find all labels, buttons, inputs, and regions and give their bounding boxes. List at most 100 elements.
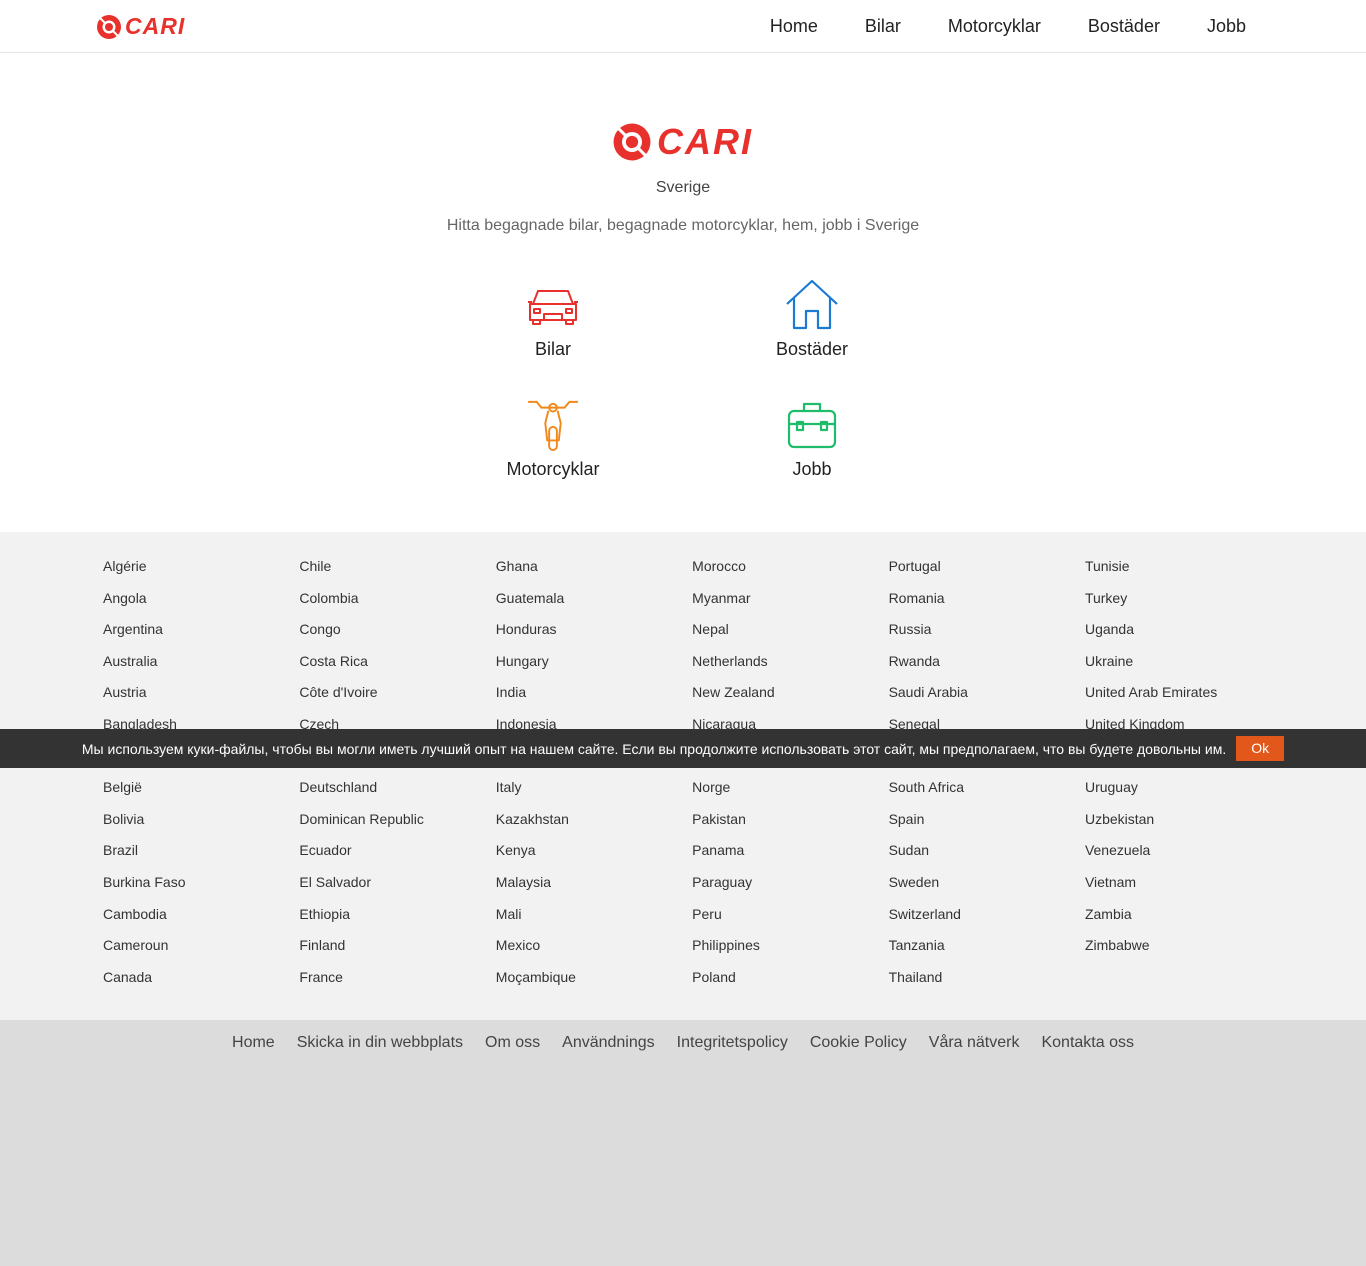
country-link[interactable]: Romania [889,588,1085,620]
country-link[interactable]: Ukraine [1085,651,1281,683]
country-link[interactable]: Italy [496,777,692,809]
hero-section: CARI Sverige Hitta begagnade bilar, bega… [0,53,1366,532]
country-link[interactable]: Cambodia [103,904,299,936]
country-link[interactable]: Malaysia [496,872,692,904]
country-link[interactable]: Kazakhstan [496,809,692,841]
country-link[interactable]: Russia [889,619,1085,651]
country-link[interactable]: Moçambique [496,967,692,999]
header-logo[interactable]: CARI [96,13,185,40]
country-link[interactable]: Tanzania [889,935,1085,967]
country-link[interactable]: Kenya [496,840,692,872]
nav-bostader[interactable]: Bostäder [1088,16,1160,37]
country-link[interactable]: Myanmar [692,588,888,620]
country-link[interactable]: België [103,777,299,809]
country-link[interactable]: Poland [692,967,888,999]
country-link[interactable]: Angola [103,588,299,620]
country-link[interactable]: Burkina Faso [103,872,299,904]
country-link[interactable]: Pakistan [692,809,888,841]
country-link[interactable]: Saudi Arabia [889,682,1085,714]
country-link[interactable]: Cameroun [103,935,299,967]
country-link[interactable]: Portugal [889,556,1085,588]
country-link[interactable]: Uruguay [1085,777,1281,809]
footer-terms[interactable]: Användnings [562,1034,655,1052]
country-link[interactable]: New Zealand [692,682,888,714]
country-link[interactable]: Sudan [889,840,1085,872]
country-link[interactable]: Rwanda [889,651,1085,683]
country-link[interactable]: Chile [299,556,495,588]
country-link[interactable]: Nepal [692,619,888,651]
country-link[interactable]: India [496,682,692,714]
site-header: CARI Home Bilar Motorcyklar Bostäder Job… [0,0,1366,53]
cookie-banner: Мы используем куки-файлы, чтобы вы могли… [0,729,1366,768]
country-link[interactable]: Philippines [692,935,888,967]
country-link[interactable]: Argentina [103,619,299,651]
country-link[interactable]: Norge [692,777,888,809]
country-link[interactable]: Mali [496,904,692,936]
country-link[interactable]: Sweden [889,872,1085,904]
cookie-message: Мы используем куки-файлы, чтобы вы могли… [81,740,1227,757]
nav-motorcyklar[interactable]: Motorcyklar [948,16,1041,37]
country-link[interactable]: Colombia [299,588,495,620]
country-link[interactable]: Honduras [496,619,692,651]
country-link[interactable]: United Arab Emirates [1085,682,1281,714]
country-link[interactable]: Dominican Republic [299,809,495,841]
footer-home[interactable]: Home [232,1034,275,1052]
country-link[interactable]: Costa Rica [299,651,495,683]
country-link[interactable]: Zambia [1085,904,1281,936]
country-link[interactable]: Thailand [889,967,1085,999]
country-column: Tunisie Turkey Uganda Ukraine United Arab Em… [1085,556,1281,998]
nav-jobb[interactable]: Jobb [1207,16,1246,37]
country-name: Sverige [655,179,711,196]
country-link[interactable]: Turkey [1085,588,1281,620]
country-link[interactable]: El Salvador [299,872,495,904]
country-link[interactable]: Ghana [496,556,692,588]
hero-logo[interactable]: CARI [612,121,753,163]
footer-cookie-policy[interactable]: Cookie Policy [810,1034,907,1052]
country-link[interactable]: Vietnam [1085,872,1281,904]
country-link[interactable]: Deutschland [299,777,495,809]
country-column: Ghana Guatemala Honduras Hungary India Indone… [496,556,692,998]
footer-submit-site[interactable]: Skicka in din webbplats [297,1034,463,1052]
country-link[interactable]: Uzbekistan [1085,809,1281,841]
cookie-ok-button[interactable]: Ok [1236,736,1285,761]
country-link[interactable]: Zimbabwe [1085,935,1281,967]
house-icon [786,279,838,330]
nav-bilar[interactable]: Bilar [865,16,901,37]
country-link[interactable]: Hungary [496,651,692,683]
country-link[interactable]: Congo [299,619,495,651]
country-link[interactable]: Uganda [1085,619,1281,651]
country-link[interactable]: Switzerland [889,904,1085,936]
country-link[interactable]: Ecuador [299,840,495,872]
category-bostader[interactable]: Bostäder [722,278,902,360]
country-link[interactable]: Australia [103,651,299,683]
country-link[interactable]: Guatemala [496,588,692,620]
country-link[interactable]: Netherlands [692,651,888,683]
category-motorcyklar[interactable]: Motorcyklar [463,398,643,480]
country-link[interactable]: Spain [889,809,1085,841]
country-link[interactable]: Ethiopia [299,904,495,936]
country-link[interactable]: Mexico [496,935,692,967]
category-jobb[interactable]: Jobb [722,398,902,480]
footer-about[interactable]: Om oss [485,1034,540,1052]
country-link[interactable]: Algérie [103,556,299,588]
country-link[interactable]: Peru [692,904,888,936]
country-link[interactable]: Brazil [103,840,299,872]
country-link[interactable]: Finland [299,935,495,967]
footer-privacy[interactable]: Integritetspolicy [677,1034,788,1052]
country-link[interactable]: Canada [103,967,299,999]
country-link[interactable]: Paraguay [692,872,888,904]
main-nav: Home Bilar Motorcyklar Bostäder Jobb [770,0,1246,52]
nav-home[interactable]: Home [770,16,818,37]
country-link[interactable]: France [299,967,495,999]
country-link[interactable]: Morocco [692,556,888,588]
footer-contact[interactable]: Kontakta oss [1041,1034,1134,1052]
country-link[interactable]: Venezuela [1085,840,1281,872]
country-link[interactable]: Panama [692,840,888,872]
footer-networks[interactable]: Våra nätverk [929,1034,1020,1052]
country-link[interactable]: Bolivia [103,809,299,841]
country-link[interactable]: Tunisie [1085,556,1281,588]
country-link[interactable]: Côte d'Ivoire [299,682,495,714]
category-bilar[interactable]: Bilar [463,278,643,360]
country-link[interactable]: Austria [103,682,299,714]
country-link[interactable]: South Africa [889,777,1085,809]
